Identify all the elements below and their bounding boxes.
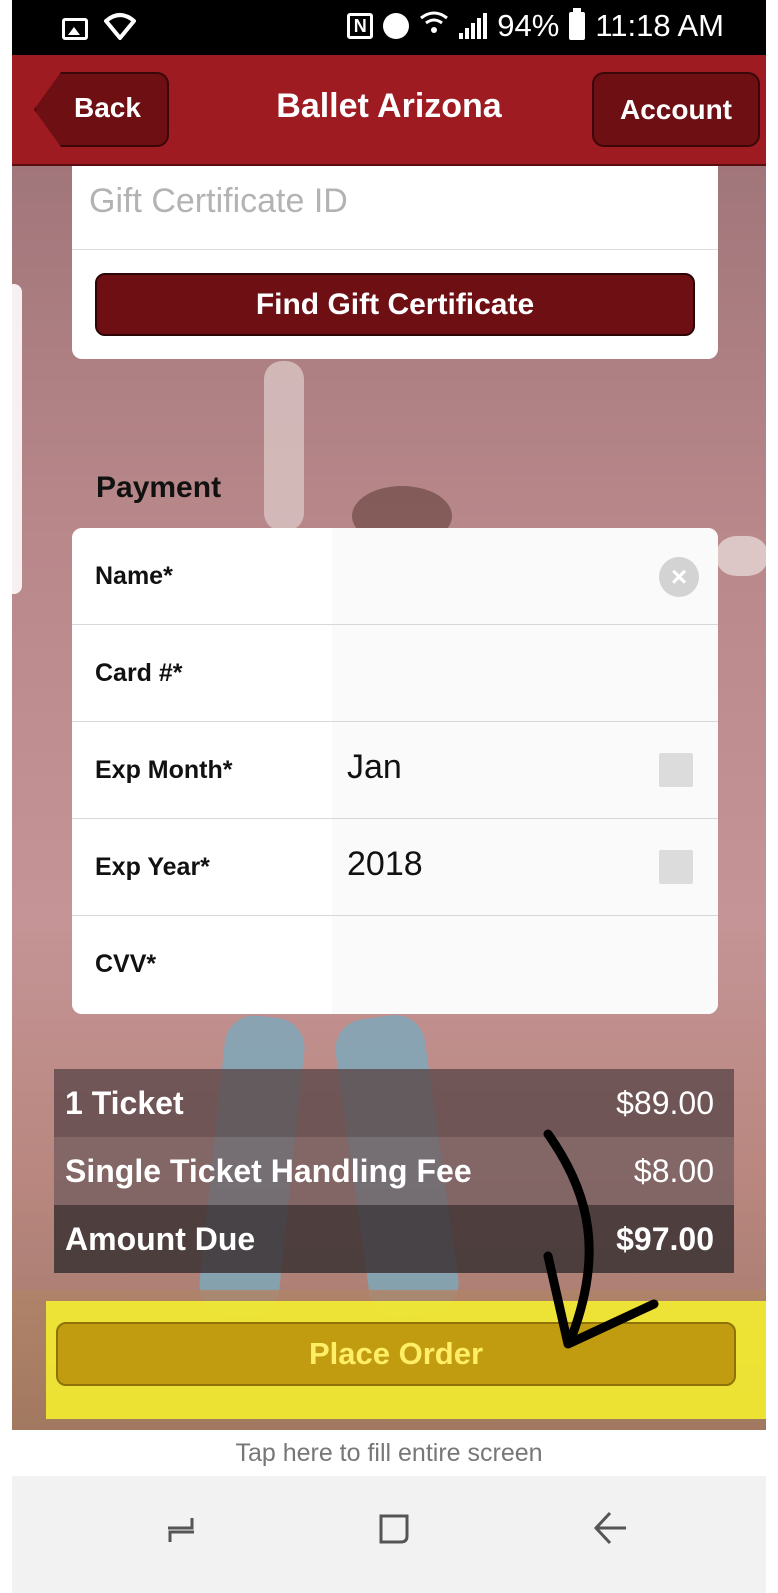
nfc-icon: N: [347, 13, 374, 39]
gallery-icon: [62, 17, 88, 40]
battery-icon: [569, 8, 586, 40]
clock: 11:18 AM: [595, 8, 724, 43]
home-icon[interactable]: [377, 1512, 411, 1546]
checkout-content[interactable]: Find Gift Certificate Payment Name* × Ca…: [12, 166, 766, 1430]
status-bar: N 94% 11:18 AM: [12, 0, 766, 55]
signal-bars-icon: [459, 13, 488, 39]
wifi-signal-icon: [419, 8, 449, 44]
phone-screen: N 94% 11:18 AM Back Ballet Arizona Accou…: [12, 0, 766, 1593]
recents-icon[interactable]: [164, 1512, 198, 1546]
fill-screen-prompt[interactable]: Tap here to fill entire screen: [12, 1430, 766, 1476]
account-button[interactable]: Account: [592, 72, 760, 147]
alarm-icon: [383, 13, 410, 39]
wifi-icon: [104, 12, 136, 45]
annotation-arrow-icon: [543, 1129, 659, 1349]
app-header: Back Ballet Arizona Account: [12, 55, 766, 166]
system-navigation-bar: [12, 1476, 766, 1593]
back-arrow-icon[interactable]: [592, 1509, 628, 1547]
battery-percent: 94%: [497, 8, 560, 43]
